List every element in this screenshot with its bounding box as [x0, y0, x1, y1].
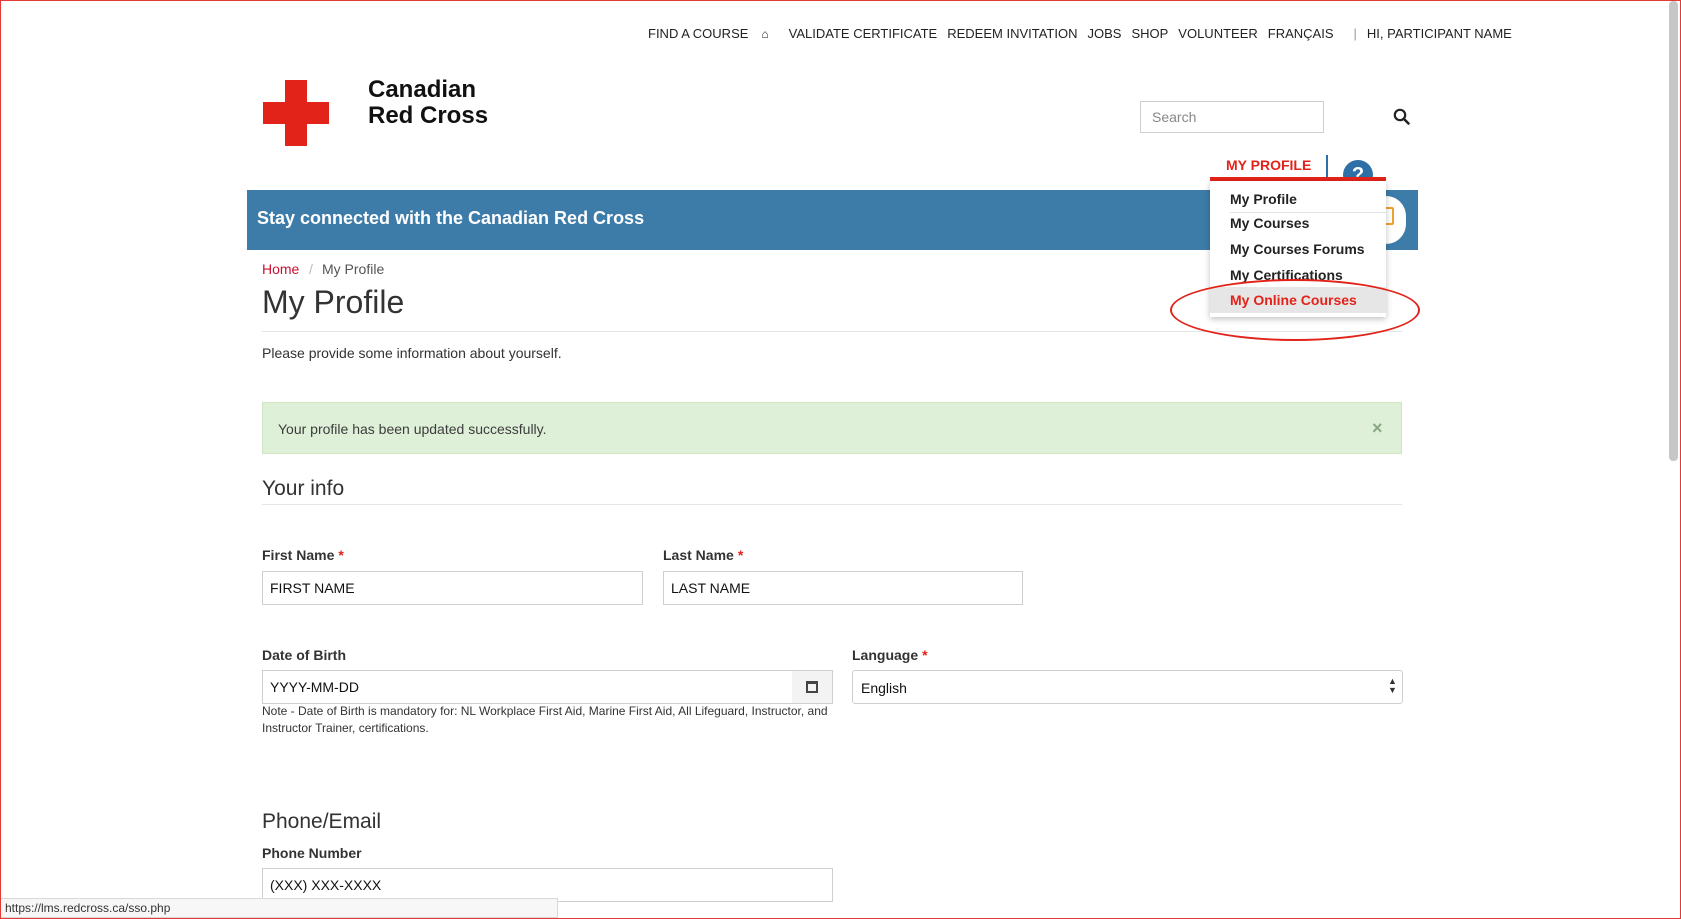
red-cross-logo-horizontal[interactable] — [263, 102, 329, 124]
required-marker: * — [737, 547, 744, 563]
menu-item-my-courses-forums[interactable]: My Courses Forums — [1210, 236, 1386, 262]
date-of-birth-note: Note - Date of Birth is mandatory for: N… — [262, 704, 828, 735]
required-marker: * — [922, 647, 928, 663]
user-greeting[interactable]: HI, PARTICIPANT NAME — [1367, 26, 1512, 41]
screenshot-border — [0, 0, 1681, 919]
date-picker-button[interactable] — [792, 670, 833, 704]
tab-divider — [1326, 155, 1328, 177]
select-arrows-icon: ▲ ▼ — [1388, 676, 1397, 695]
find-course-link[interactable]: FIND A COURSE ⌂ — [648, 26, 779, 41]
phone-number-label: Phone Number — [262, 845, 362, 861]
menu-item-my-certifications[interactable]: My Certifications — [1210, 262, 1386, 288]
nav-separator: | — [1353, 25, 1357, 41]
menu-item-my-online-courses[interactable]: My Online Courses — [1210, 287, 1386, 313]
language-select[interactable] — [852, 670, 1403, 704]
language-label: Language * — [852, 647, 928, 663]
home-icon: ⌂ — [761, 26, 769, 41]
alert-message: Your profile has been updated successful… — [278, 421, 547, 437]
phone-number-field[interactable] — [262, 868, 833, 902]
breadcrumb-current: My Profile — [322, 261, 385, 277]
first-name-label: First Name * — [262, 547, 344, 563]
menu-item-my-courses[interactable]: My Courses — [1210, 210, 1386, 236]
language-selected-value: English — [861, 680, 907, 696]
volunteer-link[interactable]: VOLUNTEER — [1178, 26, 1257, 41]
alert-close-icon[interactable]: × — [1372, 418, 1383, 439]
search-icon — [1393, 108, 1410, 125]
intro-text: Please provide some information about yo… — [262, 345, 562, 361]
first-name-field[interactable] — [262, 571, 643, 605]
required-marker: * — [338, 547, 344, 563]
my-profile-tab[interactable]: MY PROFILE — [1226, 157, 1311, 173]
status-bar-url: https://lms.redcross.ca/sso.php — [0, 898, 558, 918]
breadcrumb-home[interactable]: Home — [262, 261, 299, 277]
title-divider — [262, 331, 1402, 332]
calendar-icon — [806, 681, 818, 693]
section-divider — [262, 504, 1402, 505]
your-info-heading: Your info — [262, 477, 345, 500]
last-name-field[interactable] — [663, 571, 1023, 605]
shop-link[interactable]: SHOP — [1131, 26, 1168, 41]
date-of-birth-field[interactable] — [262, 670, 793, 704]
jobs-link[interactable]: JOBS — [1087, 26, 1121, 41]
search-button[interactable] — [1392, 107, 1412, 127]
page-title: My Profile — [262, 284, 405, 320]
profile-dropdown-menu: My Profile My Courses My Courses Forums … — [1210, 181, 1386, 317]
banner-text: Stay connected with the Canadian Red Cro… — [257, 208, 645, 228]
scrollbar-thumb[interactable] — [1669, 1, 1678, 461]
top-navigation: FIND A COURSE ⌂ VALIDATE CERTIFICATE REDE… — [648, 23, 1522, 43]
logo-text[interactable]: Canadian Red Cross — [368, 77, 488, 129]
menu-item-my-profile[interactable]: My Profile — [1210, 186, 1386, 212]
phone-email-heading: Phone/Email — [262, 810, 382, 833]
search-input[interactable] — [1140, 101, 1324, 133]
date-of-birth-label: Date of Birth — [262, 647, 346, 663]
breadcrumb-separator: / — [309, 261, 313, 277]
francais-link[interactable]: FRANÇAIS — [1268, 26, 1334, 41]
validate-certificate-link[interactable]: VALIDATE CERTIFICATE — [789, 26, 938, 41]
redeem-invitation-link[interactable]: REDEEM INVITATION — [947, 26, 1077, 41]
last-name-label: Last Name * — [663, 547, 744, 563]
